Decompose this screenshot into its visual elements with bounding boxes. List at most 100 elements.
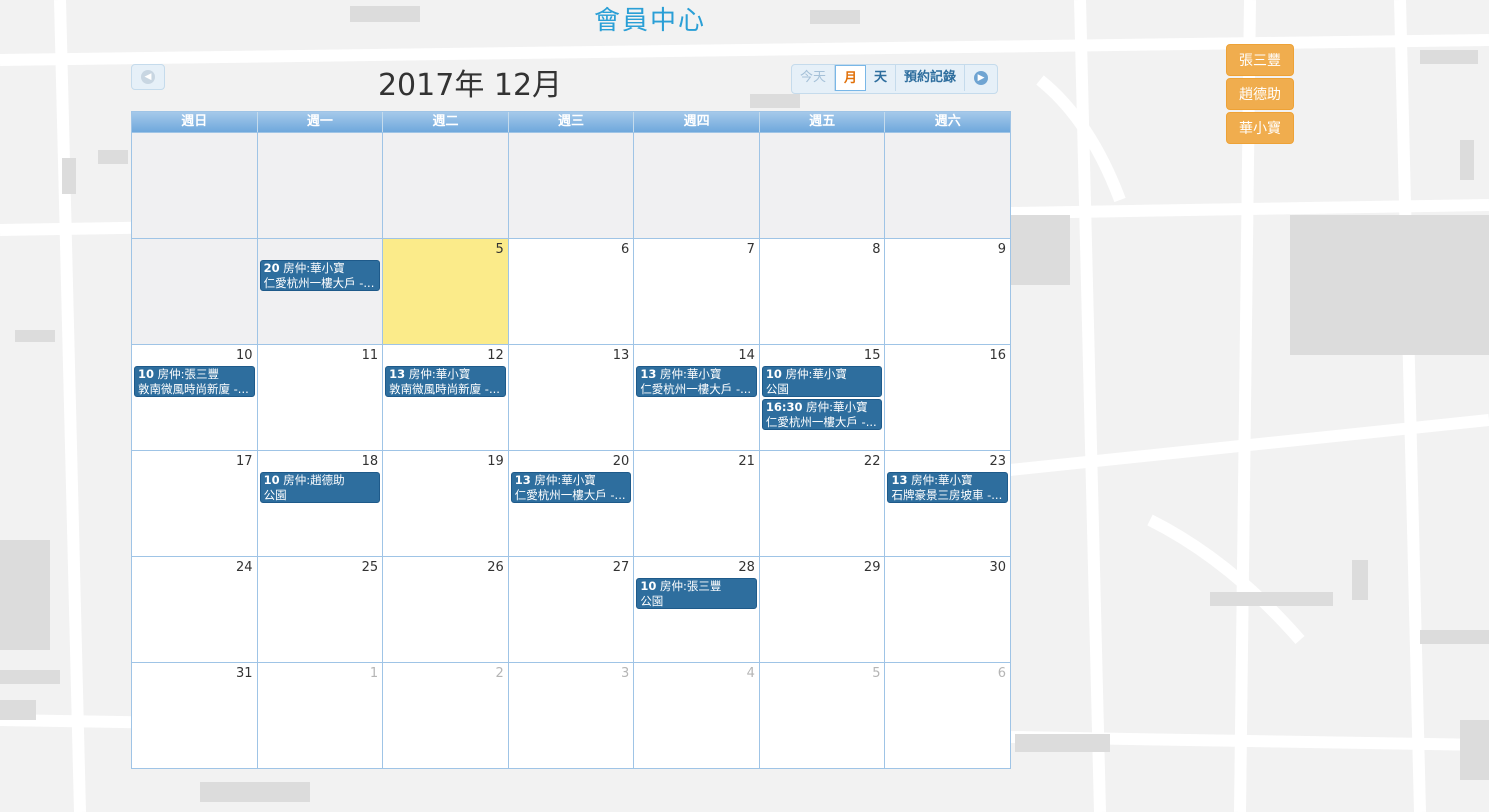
- day-cell[interactable]: 17: [132, 451, 258, 556]
- records-button[interactable]: 預約記錄: [896, 65, 966, 91]
- day-cell[interactable]: 12 13 房仲:華小寶 敦南微風時尚新廈 -...: [383, 345, 509, 450]
- weekday-header-cell: 週一: [258, 112, 384, 132]
- event-title: 房仲:華小寶: [806, 400, 868, 414]
- event-time: 10: [138, 367, 155, 381]
- day-number: 20: [612, 454, 630, 469]
- day-cell[interactable]: 31: [132, 663, 258, 768]
- month-view-button[interactable]: 月: [835, 65, 867, 91]
- day-number: 6: [621, 242, 630, 257]
- day-number: 14: [738, 348, 755, 363]
- day-cell[interactable]: [508, 133, 635, 238]
- day-cell[interactable]: 20 房仲:華小寶 仁愛杭州一樓大戶 -...: [257, 239, 384, 344]
- day-number: 5: [872, 666, 881, 681]
- day-number: 30: [989, 560, 1007, 575]
- calendar-event[interactable]: 16:30 房仲:華小寶 仁愛杭州一樓大戶 -...: [761, 399, 883, 430]
- event-title: 房仲:華小寶: [785, 367, 847, 381]
- week-row: 24 25 26 27 28 10 房仲:張三豐 公園 29 30: [132, 556, 1011, 662]
- day-number: 2: [495, 666, 504, 681]
- day-cell[interactable]: [257, 133, 384, 238]
- weekday-header-cell: 週四: [634, 112, 760, 132]
- day-cell[interactable]: 6: [508, 239, 635, 344]
- event-location: 仁愛杭州一樓大戶 -...: [640, 382, 752, 396]
- member-button[interactable]: 趙德助: [1226, 78, 1294, 110]
- calendar-weeks: 20 房仲:華小寶 仁愛杭州一樓大戶 -... 5 6 7 8 9 10 10 房仲:張三豐 敦南…: [132, 132, 1011, 768]
- today-button[interactable]: 今天: [792, 65, 836, 91]
- event-time: 16:30: [765, 400, 803, 414]
- day-cell[interactable]: 30: [885, 557, 1011, 662]
- event-location: 仁愛杭州一樓大戶 -...: [263, 276, 375, 290]
- event-location: 公園: [765, 382, 789, 396]
- day-cell[interactable]: 15 10 房仲:華小寶 公園 16:30 房仲:華小寶 仁愛杭州一樓大戶 -...: [759, 345, 886, 450]
- day-cell[interactable]: 3: [508, 663, 635, 768]
- prev-month-button[interactable]: ◀: [131, 64, 165, 90]
- event-time: 10: [263, 473, 280, 487]
- calendar-event[interactable]: 10 房仲:張三豐 敦南微風時尚新廈 -...: [134, 366, 255, 397]
- day-cell[interactable]: 7: [634, 239, 760, 344]
- calendar-event[interactable]: 13 房仲:華小寶 仁愛杭州一樓大戶 -...: [636, 366, 757, 397]
- calendar-event[interactable]: 13 房仲:華小寶 敦南微風時尚新廈 -...: [385, 366, 506, 397]
- day-cell[interactable]: 2: [383, 663, 509, 768]
- day-number: 8: [872, 242, 881, 257]
- day-cell[interactable]: 13: [508, 345, 635, 450]
- day-number: 7: [746, 242, 755, 257]
- event-time: 13: [640, 367, 657, 381]
- event-heading: 13 房仲:華小寶: [515, 473, 628, 488]
- event-location: 敦南微風時尚新廈 -...: [389, 382, 500, 396]
- day-cell[interactable]: [383, 133, 509, 238]
- day-cell[interactable]: [634, 133, 760, 238]
- day-number: 29: [863, 560, 881, 575]
- day-cell[interactable]: 21: [634, 451, 760, 556]
- calendar-event[interactable]: 10 房仲:華小寶 公園: [761, 366, 883, 397]
- calendar-event[interactable]: 10 房仲:張三豐 公園: [636, 578, 757, 609]
- day-cell[interactable]: 28 10 房仲:張三豐 公園: [634, 557, 760, 662]
- event-title: 房仲:華小寶: [408, 367, 471, 381]
- day-cell[interactable]: 5: [759, 663, 886, 768]
- day-cell[interactable]: 29: [759, 557, 886, 662]
- day-cell[interactable]: 25: [257, 557, 384, 662]
- day-cell[interactable]: [885, 133, 1011, 238]
- member-button[interactable]: 張三豐: [1226, 44, 1294, 76]
- calendar-event[interactable]: 13 房仲:華小寶 石牌豪景三房坡車 -...: [887, 472, 1009, 503]
- day-cell[interactable]: 4: [634, 663, 760, 768]
- day-cell[interactable]: 1: [257, 663, 384, 768]
- day-cell[interactable]: 18 10 房仲:趙德助 公園: [257, 451, 384, 556]
- day-number: 28: [738, 560, 755, 575]
- calendar-event[interactable]: 10 房仲:趙德助 公園: [259, 472, 381, 503]
- event-title: 房仲:華小寶: [911, 473, 973, 487]
- event-heading: 10 房仲:張三豐: [138, 367, 251, 382]
- day-cell[interactable]: 20 13 房仲:華小寶 仁愛杭州一樓大戶 -...: [508, 451, 635, 556]
- day-number: 6: [997, 666, 1007, 681]
- day-cell[interactable]: 11: [257, 345, 384, 450]
- day-cell[interactable]: 27: [508, 557, 635, 662]
- event-heading: 13 房仲:華小寶: [891, 473, 1004, 488]
- day-cell[interactable]: 9: [885, 239, 1011, 344]
- day-cell[interactable]: 14 13 房仲:華小寶 仁愛杭州一樓大戶 -...: [634, 345, 760, 450]
- day-cell[interactable]: 24: [132, 557, 258, 662]
- day-cell[interactable]: 22: [759, 451, 886, 556]
- day-cell[interactable]: 5: [383, 239, 509, 344]
- day-cell[interactable]: 8: [759, 239, 886, 344]
- day-cell[interactable]: [132, 239, 258, 344]
- day-view-button[interactable]: 天: [866, 65, 897, 91]
- calendar-event[interactable]: 20 房仲:華小寶 仁愛杭州一樓大戶 -...: [259, 260, 381, 291]
- event-heading: 10 房仲:張三豐: [640, 579, 753, 594]
- day-cell[interactable]: 10 10 房仲:張三豐 敦南微風時尚新廈 -...: [132, 345, 258, 450]
- day-cell[interactable]: [759, 133, 886, 238]
- member-button[interactable]: 華小寶: [1226, 112, 1294, 144]
- day-cell[interactable]: 19: [383, 451, 509, 556]
- event-time: 13: [891, 473, 908, 487]
- day-cell[interactable]: 23 13 房仲:華小寶 石牌豪景三房坡車 -...: [885, 451, 1011, 556]
- month-calendar: 週日 週一 週二 週三 週四 週五 週六 20 房仲:華小寶 仁愛杭州一樓大戶 -... 5 6 7…: [131, 111, 1011, 769]
- weekday-header-cell: 週二: [383, 112, 509, 132]
- event-location: 仁愛杭州一樓大戶 -...: [514, 488, 626, 502]
- day-cell[interactable]: [132, 133, 258, 238]
- weekday-header-cell: 週日: [132, 112, 258, 132]
- month-title: 2017年 12月: [377, 68, 563, 103]
- next-month-button[interactable]: ▶: [965, 65, 997, 91]
- event-heading: 13 房仲:華小寶: [640, 367, 753, 382]
- day-cell[interactable]: 26: [383, 557, 509, 662]
- calendar-event[interactable]: 13 房仲:華小寶 仁愛杭州一樓大戶 -...: [510, 472, 632, 503]
- day-cell[interactable]: 16: [885, 345, 1011, 450]
- day-cell[interactable]: 6: [885, 663, 1011, 768]
- event-heading: 16:30 房仲:華小寶: [766, 400, 879, 415]
